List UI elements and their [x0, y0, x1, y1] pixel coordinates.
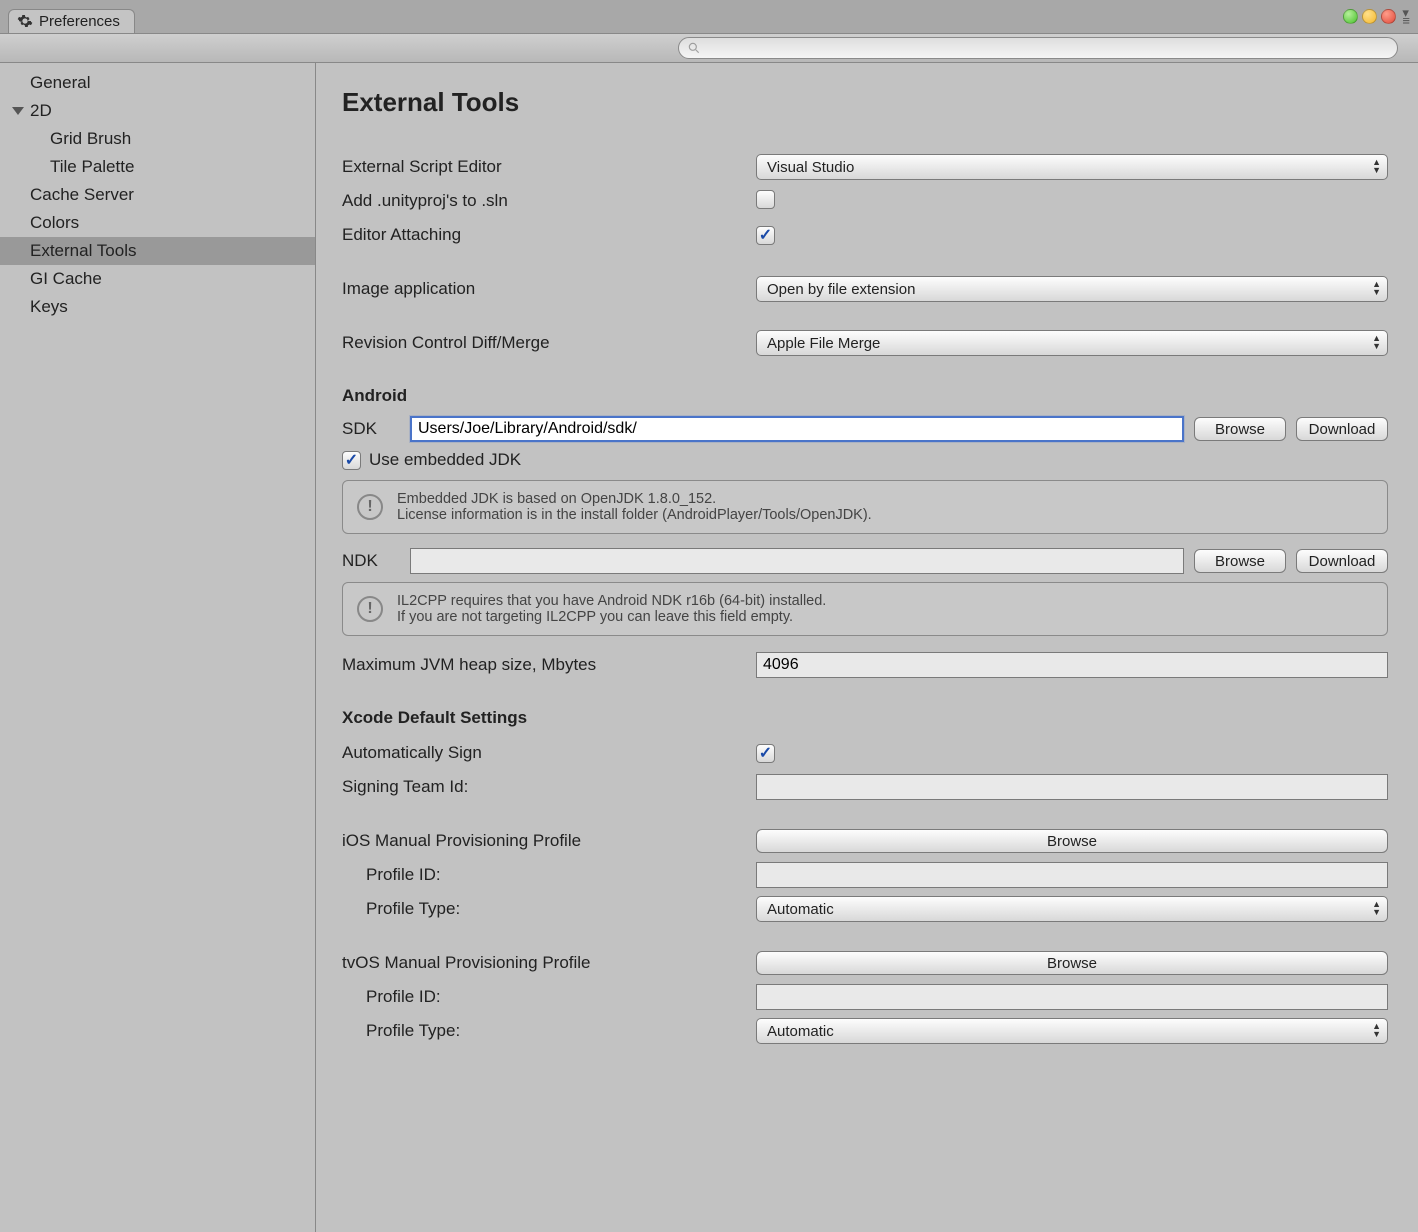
- window-title: Preferences: [39, 13, 120, 30]
- external-script-editor-select[interactable]: Visual Studio ▲▼: [756, 154, 1388, 180]
- jdk-info-box: ! Embedded JDK is based on OpenJDK 1.8.0…: [342, 480, 1388, 534]
- auto-sign-checkbox[interactable]: [756, 744, 775, 763]
- minimize-button[interactable]: [1343, 9, 1358, 24]
- add-unityproj-checkbox[interactable]: [756, 190, 775, 209]
- auto-sign-label: Automatically Sign: [342, 743, 756, 763]
- chevron-down-icon: [12, 107, 24, 115]
- titlebar: Preferences ▾≡: [0, 0, 1418, 33]
- info-icon: !: [357, 596, 383, 622]
- ios-profile-id-input[interactable]: [756, 862, 1388, 888]
- external-script-editor-label: External Script Editor: [342, 157, 756, 177]
- panel-menu-icon[interactable]: ▾≡: [1402, 9, 1410, 25]
- updown-icon: ▲▼: [1372, 280, 1381, 296]
- sdk-browse-button[interactable]: Browse: [1194, 417, 1286, 441]
- ndk-label: NDK: [342, 551, 400, 571]
- use-embedded-jdk-label: Use embedded JDK: [369, 450, 521, 470]
- sidebar: General 2D Grid Brush Tile Palette Cache…: [0, 63, 316, 1232]
- tvos-profile-id-label: Profile ID:: [342, 987, 756, 1007]
- close-button[interactable]: [1381, 9, 1396, 24]
- sidebar-item-grid-brush[interactable]: Grid Brush: [0, 125, 315, 153]
- sdk-input[interactable]: [410, 416, 1184, 442]
- tvos-profile-type-select[interactable]: Automatic ▲▼: [756, 1018, 1388, 1044]
- sdk-download-button[interactable]: Download: [1296, 417, 1388, 441]
- sdk-label: SDK: [342, 419, 400, 439]
- signing-team-label: Signing Team Id:: [342, 777, 756, 797]
- add-unityproj-label: Add .unityproj's to .sln: [342, 191, 756, 211]
- use-embedded-jdk-checkbox[interactable]: [342, 451, 361, 470]
- revision-control-select[interactable]: Apple File Merge ▲▼: [756, 330, 1388, 356]
- editor-attaching-label: Editor Attaching: [342, 225, 756, 245]
- jvm-heap-label: Maximum JVM heap size, Mbytes: [342, 655, 756, 675]
- revision-control-label: Revision Control Diff/Merge: [342, 333, 756, 353]
- image-application-label: Image application: [342, 279, 756, 299]
- sidebar-item-tile-palette[interactable]: Tile Palette: [0, 153, 315, 181]
- search-field[interactable]: [678, 37, 1398, 59]
- jvm-heap-input[interactable]: [756, 652, 1388, 678]
- ios-profile-heading: iOS Manual Provisioning Profile: [342, 831, 756, 851]
- sidebar-item-2d[interactable]: 2D: [0, 97, 315, 125]
- tvos-browse-button[interactable]: Browse: [756, 951, 1388, 975]
- tvos-profile-type-label: Profile Type:: [342, 1021, 756, 1041]
- updown-icon: ▲▼: [1372, 158, 1381, 174]
- editor-attaching-checkbox[interactable]: [756, 226, 775, 245]
- ndk-browse-button[interactable]: Browse: [1194, 549, 1286, 573]
- android-heading: Android: [342, 386, 1388, 406]
- toolbar: [0, 33, 1418, 63]
- updown-icon: ▲▼: [1372, 1022, 1381, 1038]
- ndk-input[interactable]: [410, 548, 1184, 574]
- ios-profile-type-select[interactable]: Automatic ▲▼: [756, 896, 1388, 922]
- window-controls: [1343, 9, 1396, 24]
- ios-browse-button[interactable]: Browse: [756, 829, 1388, 853]
- page-title: External Tools: [342, 87, 1388, 118]
- search-input[interactable]: [701, 41, 1389, 56]
- tvos-profile-id-input[interactable]: [756, 984, 1388, 1010]
- ndk-info-box: ! IL2CPP requires that you have Android …: [342, 582, 1388, 636]
- info-icon: !: [357, 494, 383, 520]
- window-tab[interactable]: Preferences: [8, 9, 135, 33]
- maximize-button[interactable]: [1362, 9, 1377, 24]
- ios-profile-type-label: Profile Type:: [342, 899, 756, 919]
- content-pane: External Tools External Script Editor Vi…: [316, 63, 1418, 1232]
- sidebar-item-keys[interactable]: Keys: [0, 293, 315, 321]
- updown-icon: ▲▼: [1372, 334, 1381, 350]
- sidebar-item-external-tools[interactable]: External Tools: [0, 237, 315, 265]
- xcode-heading: Xcode Default Settings: [342, 708, 1388, 728]
- signing-team-input[interactable]: [756, 774, 1388, 800]
- gear-icon: [17, 13, 33, 29]
- updown-icon: ▲▼: [1372, 900, 1381, 916]
- image-application-select[interactable]: Open by file extension ▲▼: [756, 276, 1388, 302]
- ndk-download-button[interactable]: Download: [1296, 549, 1388, 573]
- search-icon: [687, 41, 701, 55]
- sidebar-item-general[interactable]: General: [0, 69, 315, 97]
- tvos-profile-heading: tvOS Manual Provisioning Profile: [342, 953, 756, 973]
- sidebar-item-colors[interactable]: Colors: [0, 209, 315, 237]
- sidebar-item-gi-cache[interactable]: GI Cache: [0, 265, 315, 293]
- ios-profile-id-label: Profile ID:: [342, 865, 756, 885]
- sidebar-item-cache-server[interactable]: Cache Server: [0, 181, 315, 209]
